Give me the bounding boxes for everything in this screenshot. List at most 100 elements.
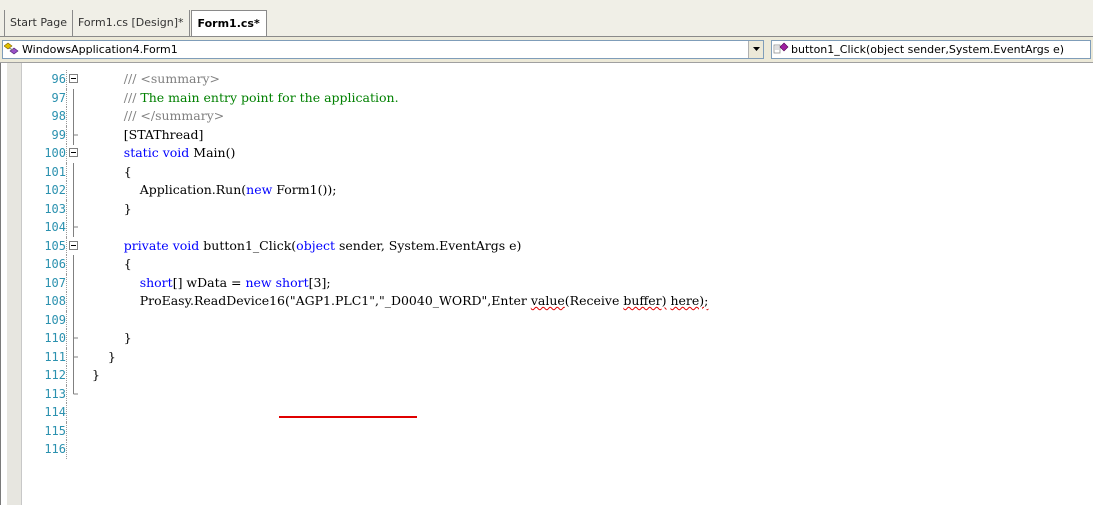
outline-end-icon	[69, 218, 78, 237]
outline-line-icon	[69, 199, 78, 219]
line-number: 115	[44, 423, 66, 438]
code-line[interactable]: 104	[22, 218, 1093, 237]
selection-margin[interactable]	[7, 63, 22, 505]
chevron-down-icon	[752, 47, 760, 51]
outline-line-icon	[69, 292, 78, 311]
code-line[interactable]: 98 /// </summary>	[22, 107, 1093, 126]
line-number: 109	[44, 312, 66, 327]
code-text: }	[92, 366, 100, 385]
code-text: Application.Run(new Form1());	[92, 181, 337, 200]
code-token: sender, System.EventArgs e)	[335, 237, 522, 253]
code-text: static void Main()	[92, 144, 236, 163]
line-number-edge	[66, 440, 67, 459]
code-text: {	[92, 255, 132, 274]
outline-line-icon	[69, 107, 78, 126]
class-dropdown[interactable]: WindowsApplication4.Form1	[2, 40, 764, 59]
line-number-edge	[66, 199, 67, 218]
code-line[interactable]: 109	[22, 310, 1093, 330]
code-token: }	[92, 367, 100, 382]
line-number-edge	[66, 181, 67, 200]
member-dropdown[interactable]: button1_Click(object sender,System.Event…	[771, 40, 1091, 59]
code-line[interactable]: 110 }	[22, 329, 1093, 348]
collapse-icon[interactable]	[69, 74, 78, 83]
code-line[interactable]: 106 {	[22, 255, 1093, 274]
line-number: 103	[44, 201, 66, 216]
code-line[interactable]: 99 [STAThread]	[22, 125, 1093, 145]
code-token: (Receive	[564, 293, 624, 308]
line-number: 96	[51, 72, 66, 86]
outline-last-icon	[69, 384, 78, 398]
line-number-edge	[66, 310, 67, 329]
code-token: {	[123, 163, 132, 179]
collapse-icon[interactable]	[69, 148, 78, 157]
tab-form1-design[interactable]: Form1.cs [Design]*	[73, 10, 190, 37]
line-number: 104	[44, 220, 66, 234]
code-line[interactable]: 112}	[22, 366, 1093, 385]
collapse-icon[interactable]	[69, 240, 78, 250]
line-number: 98	[51, 109, 66, 123]
keyword-token: new	[245, 274, 272, 290]
code-text: }	[92, 200, 132, 219]
code-text: /// <summary>	[92, 70, 220, 89]
code-text: /// </summary>	[92, 107, 224, 126]
code-line[interactable]: 96 /// <summary>	[22, 70, 1093, 89]
outline-line-icon	[69, 310, 78, 330]
line-number-edge	[66, 218, 67, 237]
keyword-token: new	[246, 182, 273, 197]
error-token: value	[530, 293, 565, 308]
code-token: Application.Run(	[139, 182, 247, 197]
line-number: 113	[44, 386, 66, 401]
code-token: {	[123, 256, 132, 271]
code-token: [] wData =	[172, 274, 246, 290]
code-line[interactable]: 103 }	[22, 199, 1093, 219]
outline-end-icon	[69, 347, 78, 367]
line-number-edge	[66, 329, 67, 348]
comment-token: <summary>	[140, 71, 221, 86]
line-number: 110	[44, 331, 66, 345]
line-number-edge	[66, 107, 67, 126]
code-line[interactable]: 107 short[] wData = new short[3];	[22, 273, 1093, 293]
line-number-edge	[66, 125, 67, 144]
code-line[interactable]: 108 ProEasy.ReadDevice16("AGP1.PLC1","_D…	[22, 292, 1093, 311]
code-line[interactable]: 105 private void button1_Click(object se…	[22, 236, 1093, 255]
tab-form1-code[interactable]: Form1.cs*	[190, 10, 267, 37]
code-line[interactable]: 101 {	[22, 162, 1093, 182]
code-line[interactable]: 113	[22, 384, 1093, 403]
code-line[interactable]: 111 }	[22, 347, 1093, 367]
keyword-token: static	[123, 145, 159, 160]
code-text: ProEasy.ReadDevice16("AGP1.PLC1","_D0040…	[92, 292, 709, 311]
comment-token: ///	[123, 108, 141, 123]
error-token: here);	[670, 293, 709, 308]
comment-token: ///	[123, 89, 141, 105]
code-line[interactable]: 97 /// The main entry point for the appl…	[22, 88, 1093, 108]
line-number-edge	[66, 88, 67, 107]
outline-line-icon	[69, 162, 78, 182]
code-line[interactable]: 116	[22, 440, 1093, 459]
line-number: 97	[51, 90, 66, 105]
comment-token: </summary>	[140, 108, 225, 123]
line-number: 114	[44, 405, 66, 419]
tab-start-page[interactable]: Start Page	[4, 10, 73, 37]
code-text: short[] wData = new short[3];	[92, 274, 331, 293]
line-number-edge	[66, 421, 67, 440]
code-line[interactable]: 102 Application.Run(new Form1());	[22, 181, 1093, 200]
line-number: 99	[51, 127, 66, 142]
code-line[interactable]: 114	[22, 403, 1093, 422]
class-dropdown-button[interactable]	[748, 41, 763, 58]
class-icon	[3, 42, 20, 58]
code-token: }	[123, 200, 132, 216]
code-text: }	[92, 329, 132, 348]
code-line[interactable]: 100 static void Main()	[22, 144, 1093, 163]
code-text: /// The main entry point for the applica…	[92, 89, 399, 108]
code-token: [3];	[308, 274, 331, 290]
keyword-token: short	[275, 274, 309, 290]
outline-line-icon	[69, 88, 78, 108]
code-editor[interactable]: 96 /// <summary> 97 /// The main entry po…	[0, 63, 1093, 505]
line-number: 100	[44, 146, 66, 160]
outline-line-icon	[69, 366, 78, 385]
code-line[interactable]: 115	[22, 421, 1093, 440]
method-icon	[773, 42, 789, 58]
outline-end-icon	[69, 329, 78, 348]
code-lines[interactable]: 96 /// <summary> 97 /// The main entry po…	[22, 70, 1093, 459]
code-text: }	[92, 348, 116, 367]
